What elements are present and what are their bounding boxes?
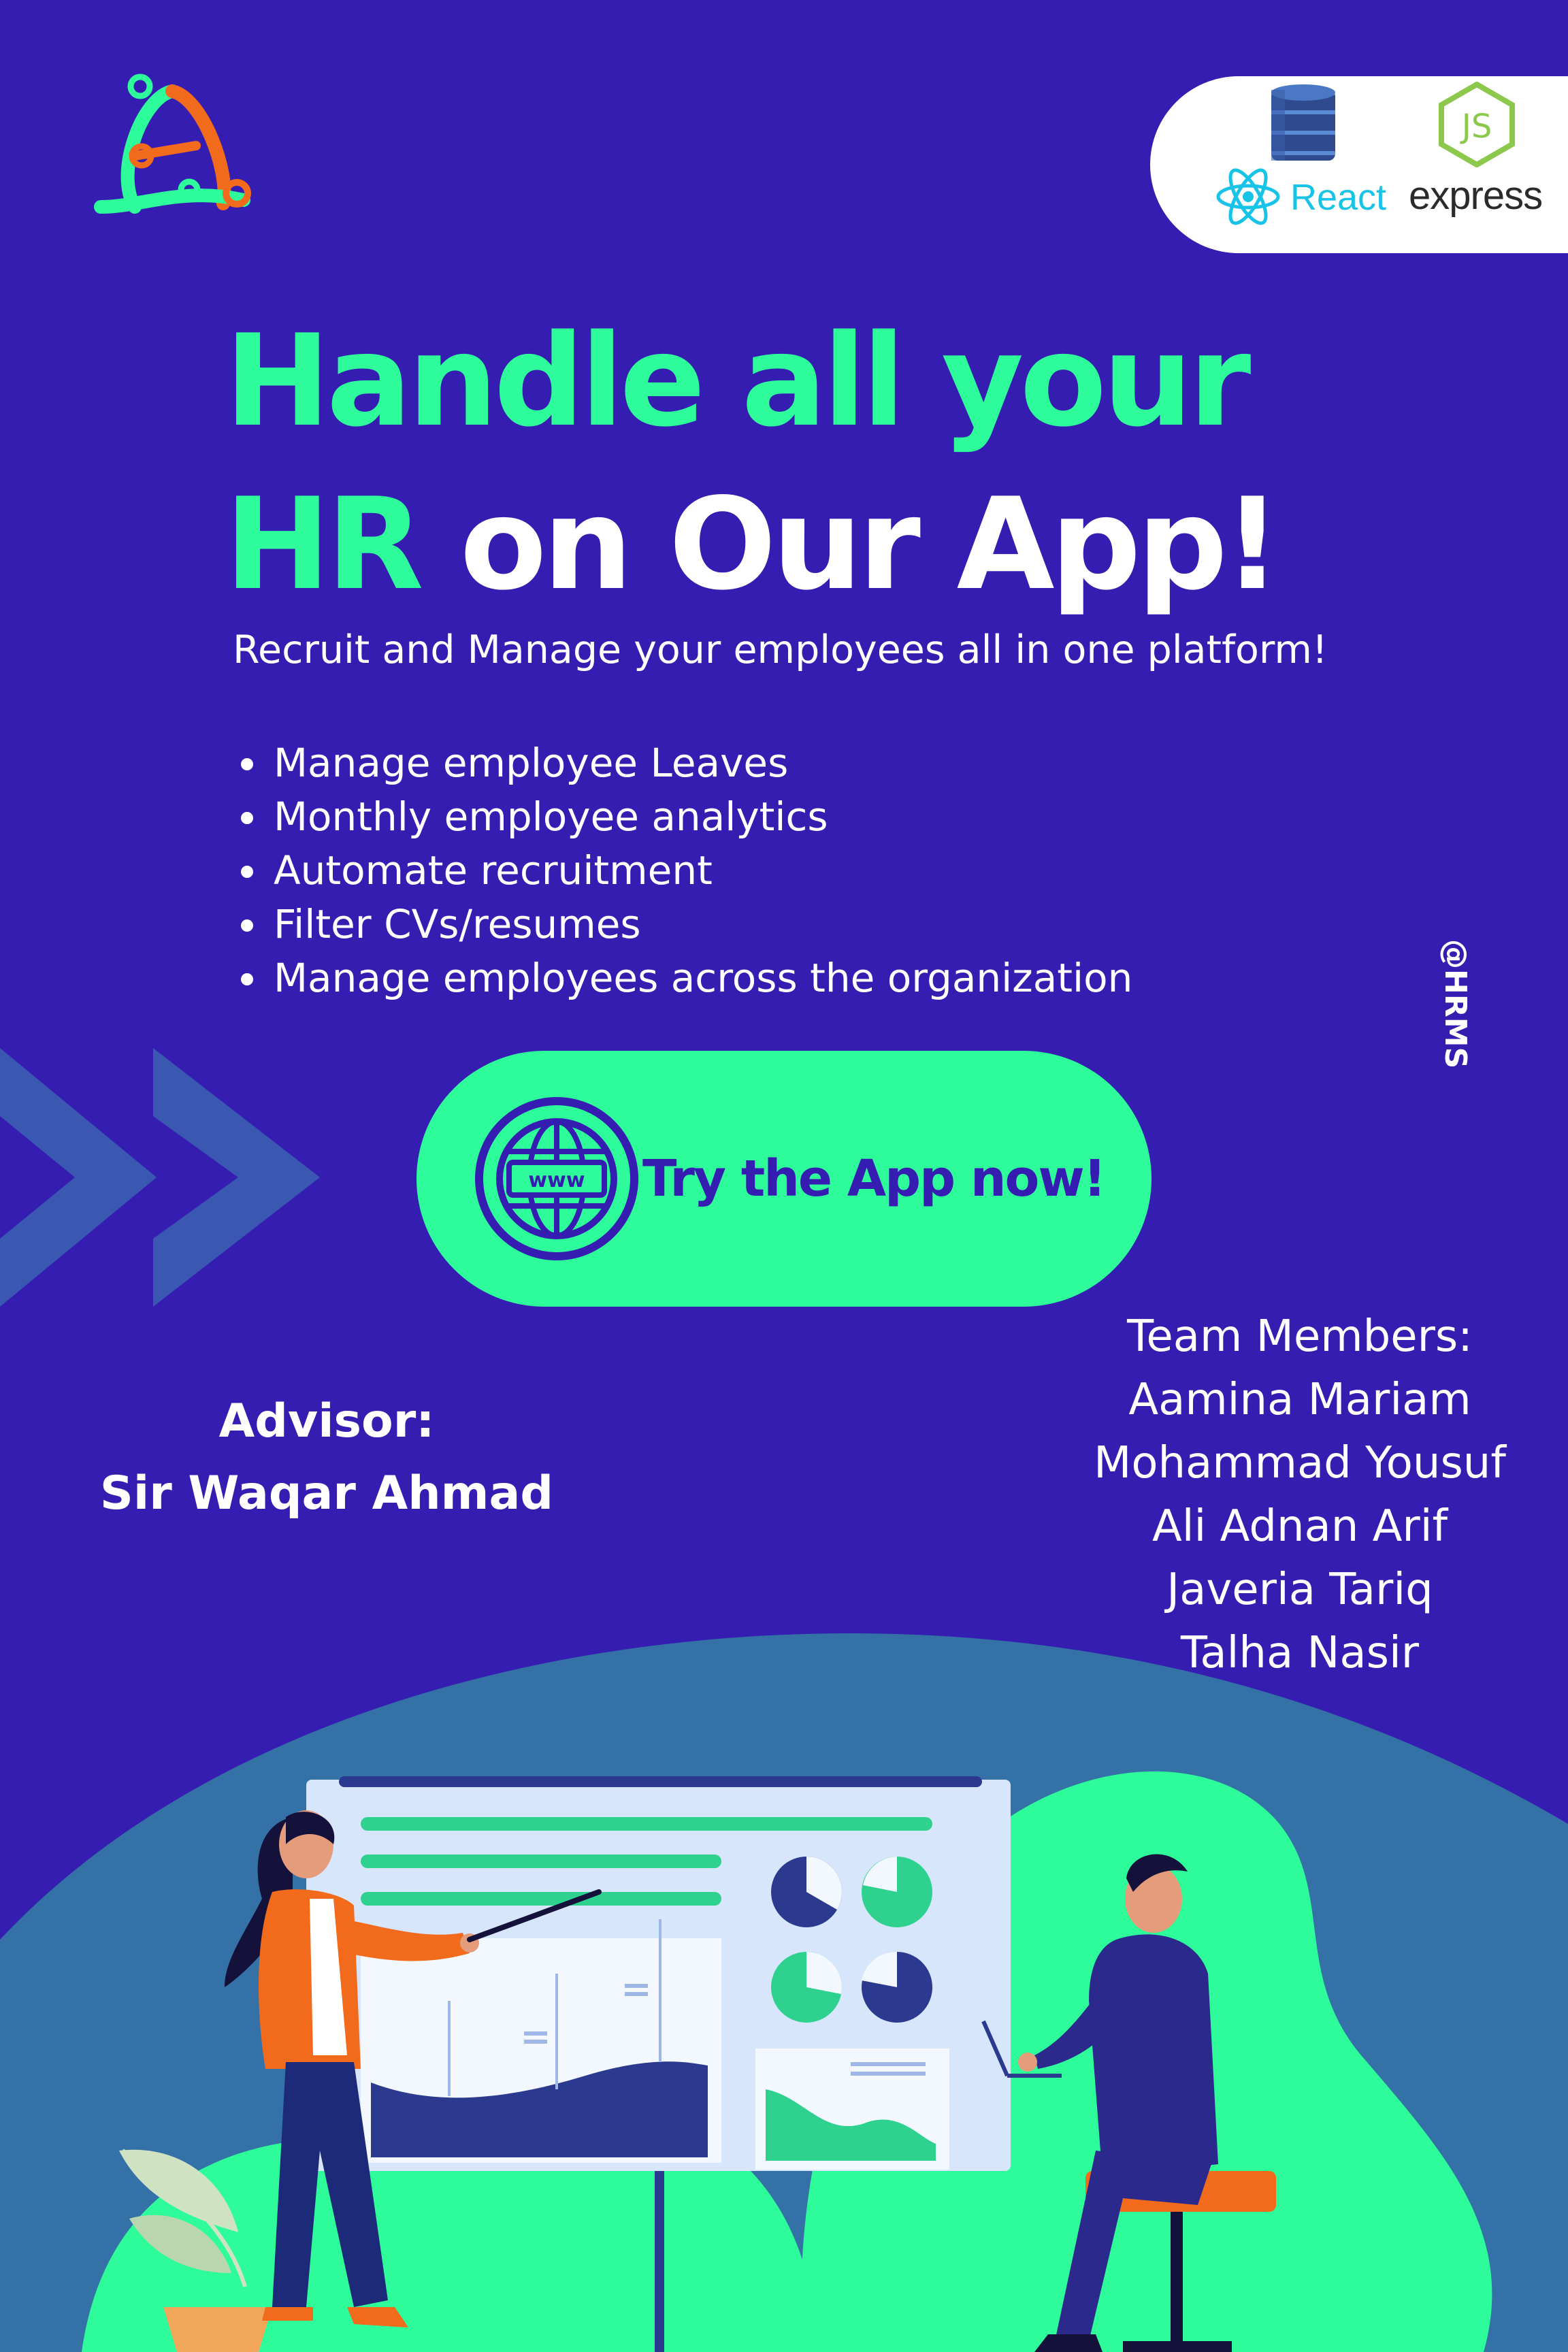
- feature-list: Manage employee Leaves Monthly employee …: [238, 736, 1132, 1005]
- js-text: JS: [1460, 108, 1492, 146]
- feature-item: Monthly employee analytics: [238, 790, 1132, 844]
- hrms-logo-icon: [94, 74, 251, 214]
- presentation-illustration: [0, 1633, 1568, 2352]
- react-icon: [1216, 168, 1280, 225]
- globe-www-icon: www: [475, 1097, 638, 1260]
- try-app-button[interactable]: www Try the App now!: [416, 1051, 1152, 1307]
- team-member: Ali Adnan Arif: [1152, 1501, 1448, 1552]
- headline-line-2: HR on Our App!: [225, 463, 1382, 626]
- team-heading: Team Members:: [1127, 1311, 1473, 1362]
- feature-item: Filter CVs/resumes: [238, 898, 1132, 951]
- chevron-right-icon: [0, 1048, 320, 1307]
- team-member: Aamina Mariam: [1128, 1375, 1471, 1425]
- headline-rest: on Our App!: [419, 470, 1281, 618]
- team-member: Mohammad Yousuf: [1094, 1438, 1506, 1488]
- subtitle: Recruit and Manage your employees all in…: [233, 627, 1328, 672]
- react-label: React: [1290, 177, 1387, 218]
- advisor-name: Sir Waqar Ahmad: [99, 1467, 554, 1520]
- express-label: express: [1409, 174, 1543, 218]
- social-handle: @HRMS: [1438, 939, 1473, 1069]
- nodejs-icon: JS: [1439, 82, 1515, 167]
- advisor-block: Advisor: Sir Waqar Ahmad: [54, 1386, 599, 1530]
- headline-accent: HR: [225, 470, 424, 618]
- feature-item: Manage employees across the organization: [238, 951, 1132, 1005]
- try-app-label: Try the App now!: [642, 1149, 1106, 1208]
- advisor-heading: Advisor:: [218, 1394, 435, 1448]
- feature-item: Automate recruitment: [238, 844, 1132, 898]
- headline-line-1: Handle all your: [225, 307, 1251, 455]
- www-text: www: [528, 1169, 585, 1192]
- team-member: Javeria Tariq: [1166, 1565, 1433, 1615]
- database-icon: [1271, 84, 1335, 161]
- feature-item: Manage employee Leaves: [238, 736, 1132, 790]
- page-title: Handle all your HR on Our App!: [225, 299, 1382, 626]
